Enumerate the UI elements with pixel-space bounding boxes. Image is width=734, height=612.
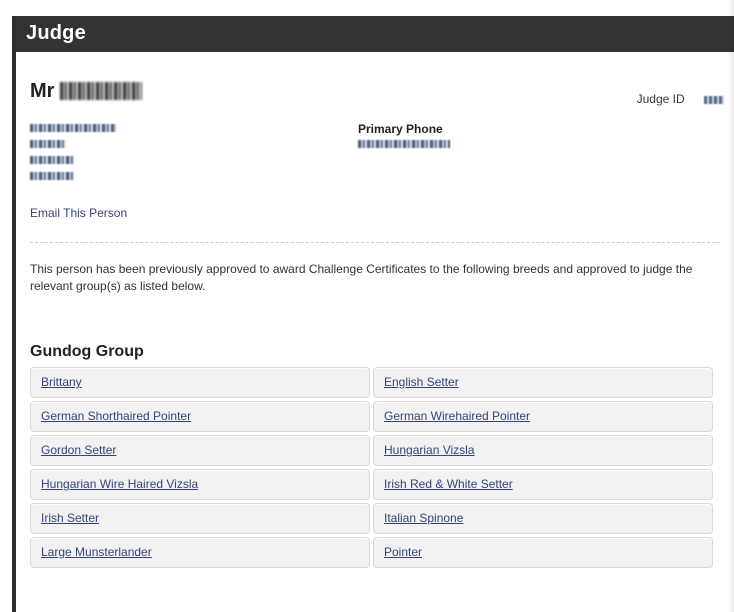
intro-text: This person has been previously approved… (30, 262, 693, 293)
breed-item[interactable]: Brittany (30, 367, 370, 398)
group-title: Gundog Group (30, 343, 144, 360)
window-edge-shadow (728, 0, 734, 612)
breed-item[interactable]: Italian Spinone (373, 503, 713, 534)
breed-list: Brittany English Setter German Shorthair… (30, 367, 713, 568)
breed-item[interactable]: Irish Red & White Setter (373, 469, 713, 500)
panel-title: Judge (16, 16, 734, 52)
divider (30, 242, 720, 243)
address-line-redacted (30, 156, 74, 164)
judge-id-value-redacted (704, 95, 724, 104)
breed-item[interactable]: Hungarian Wire Haired Vizsla (30, 469, 370, 500)
judge-id: Judge ID (637, 92, 724, 106)
address-line-redacted (30, 172, 74, 180)
panel-content: Judge ID Mr Primary Phone Email This Per… (16, 78, 734, 568)
judge-id-label: Judge ID (636, 92, 685, 106)
judge-title: Mr (30, 79, 55, 102)
address-line-redacted (30, 140, 66, 148)
address-line-redacted (30, 124, 116, 132)
judge-panel: Judge Judge ID Mr Primary Phone Email Th… (12, 16, 734, 612)
breed-item[interactable]: Irish Setter (30, 503, 370, 534)
breed-item[interactable]: Large Munsterlander (30, 537, 370, 568)
breed-item[interactable]: Hungarian Vizsla (373, 435, 713, 466)
breed-item[interactable]: Gordon Setter (30, 435, 370, 466)
phone-block: Primary Phone (358, 122, 450, 188)
breed-item[interactable]: English Setter (373, 367, 713, 398)
address-block (30, 124, 358, 188)
contact-details: Primary Phone (30, 122, 720, 188)
breed-item[interactable]: Pointer (373, 537, 713, 568)
email-this-person-link[interactable]: Email This Person (30, 206, 127, 220)
phone-label: Primary Phone (358, 122, 443, 136)
breed-item[interactable]: German Wirehaired Pointer (373, 401, 713, 432)
breed-item[interactable]: German Shorthaired Pointer (30, 401, 370, 432)
judge-name: Mr (30, 78, 720, 104)
judge-name-redacted (60, 82, 143, 100)
phone-value-redacted (358, 140, 450, 148)
